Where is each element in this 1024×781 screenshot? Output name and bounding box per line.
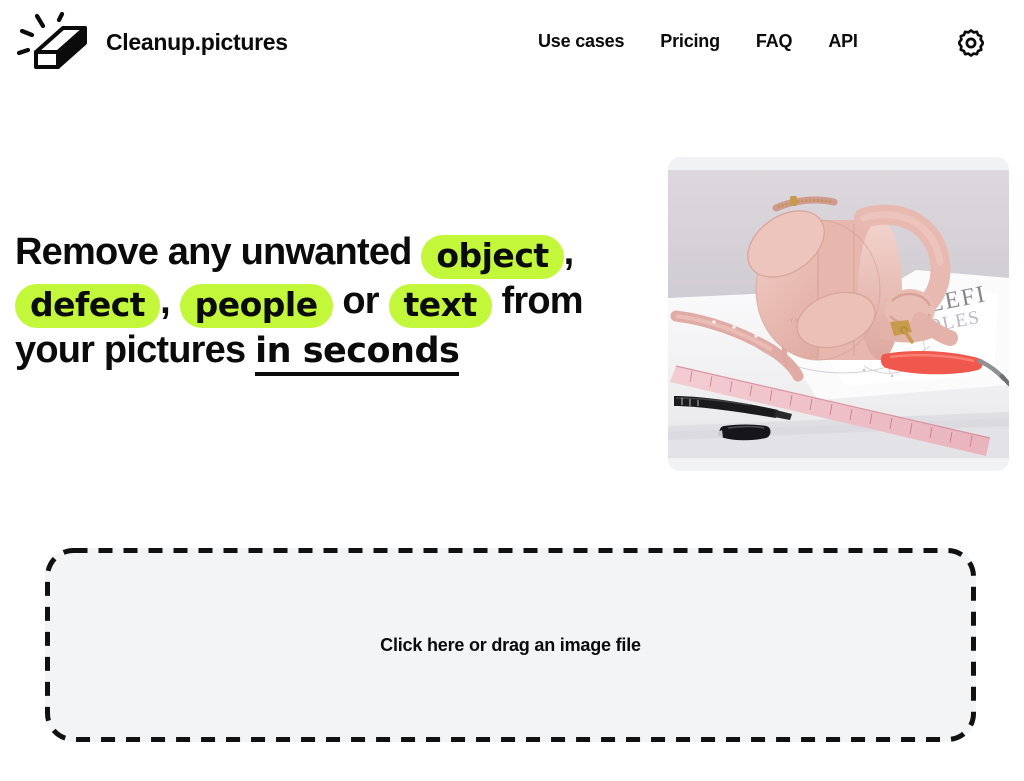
brand-name: Cleanup.pictures xyxy=(106,28,288,55)
hero-image-card: YUZEFI POROLES YUZEFI xyxy=(668,157,1009,471)
headline-comma-2: , xyxy=(160,280,180,322)
nav-item-faq[interactable]: FAQ xyxy=(756,31,793,52)
image-dropzone[interactable]: Click here or drag an image file xyxy=(45,548,976,742)
brand-logo[interactable]: Cleanup.pictures xyxy=(14,11,288,73)
headline-text-1: Remove any unwanted xyxy=(15,231,422,273)
headline-highlight-people: people xyxy=(179,284,333,328)
nav-item-pricing[interactable]: Pricing xyxy=(660,31,720,52)
eraser-sparkle-icon xyxy=(14,11,92,73)
hero-headline: Remove any unwanted object, defect, peop… xyxy=(15,228,625,376)
headline-highlight-text: text xyxy=(388,284,492,328)
hero-section: Remove any unwanted object, defect, peop… xyxy=(15,228,625,376)
gear-icon xyxy=(955,29,987,62)
headline-comma-1: , xyxy=(563,231,575,273)
hero-photo: YUZEFI POROLES YUZEFI xyxy=(668,170,1009,458)
settings-button[interactable] xyxy=(955,27,987,59)
main-nav: Use cases Pricing FAQ API xyxy=(538,31,858,52)
dropzone-label: Click here or drag an image file xyxy=(380,634,641,655)
site-header: Cleanup.pictures Use cases Pricing FAQ A… xyxy=(0,0,1024,92)
headline-or: or xyxy=(332,280,389,322)
nav-item-use-cases[interactable]: Use cases xyxy=(538,31,624,52)
headline-emphasis-in-seconds: in seconds xyxy=(255,331,460,376)
nav-item-api[interactable]: API xyxy=(828,31,858,52)
headline-highlight-object: object xyxy=(421,235,564,279)
headline-highlight-defect: defect xyxy=(15,284,161,328)
